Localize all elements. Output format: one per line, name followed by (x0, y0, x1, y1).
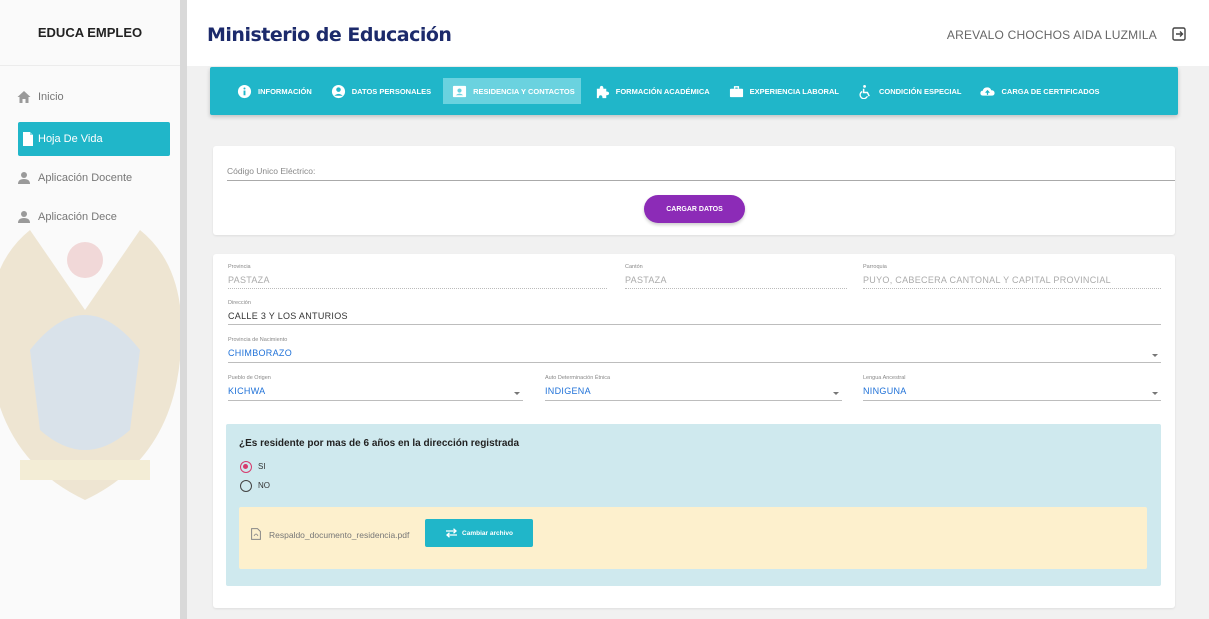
tab-label: EXPERIENCIA LABORAL (749, 86, 839, 96)
pueblo-select[interactable]: KICHWA (228, 386, 265, 396)
section-tabs: INFORMACIÓN DATOS PERSONALES RESIDENCIA … (210, 67, 1178, 115)
sidebar-nav: Inicio Hoja De Vida Aplicación Docente A… (0, 80, 180, 239)
cambiar-archivo-label: Cambiar archivo (462, 529, 513, 537)
sidebar-divider (180, 0, 187, 619)
codigo-card: Código Unico Eléctrico: CARGAR DATOS (213, 146, 1175, 235)
top-header: Ministerio de Educación AREVALO CHOCHOS … (187, 0, 1209, 66)
tab-label: CARGA DE CERTIFICADOS (1001, 86, 1100, 96)
accessibility-icon (859, 84, 870, 99)
provincia-value[interactable]: PASTAZA (228, 275, 270, 285)
file-attachment-box: Respaldo_documento_residencia.pdf Cambia… (239, 507, 1147, 569)
tab-label: DATOS PERSONALES (351, 86, 432, 96)
document-icon (23, 132, 33, 146)
direccion-value[interactable]: CALLE 3 Y LOS ANTURIOS (228, 311, 348, 321)
parroquia-underline (863, 288, 1161, 289)
user-icon (18, 172, 30, 184)
cargar-datos-button[interactable]: CARGAR DATOS (644, 195, 745, 223)
canton-underline (625, 288, 847, 289)
account-circle-icon (331, 84, 345, 98)
briefcase-icon (729, 85, 743, 97)
tab-label: CONDICIÓN ESPECIAL (878, 86, 962, 96)
puzzle-icon (596, 85, 609, 98)
tab-label: INFORMACIÓN (258, 86, 312, 96)
sidebar-item-label: Inicio (38, 91, 64, 103)
pueblo-label: Pueblo de Origen (228, 375, 271, 381)
user-name: AREVALO CHOCHOS AIDA LUZMILA (946, 28, 1157, 42)
direccion-underline (228, 324, 1161, 325)
codigo-input[interactable] (227, 180, 1175, 181)
canton-value[interactable]: PASTAZA (625, 275, 667, 285)
pdf-file-icon (251, 528, 261, 540)
sidebar-item-label: Aplicación Dece (38, 211, 117, 223)
main-content: INFORMACIÓN DATOS PERSONALES RESIDENCIA … (187, 66, 1209, 619)
tab-datos-personales[interactable]: DATOS PERSONALES (328, 78, 436, 104)
chevron-down-icon (1152, 354, 1158, 357)
residencia-card: Provincia PASTAZA Cantón PASTAZA Parroqu… (213, 254, 1175, 608)
tab-label: RESIDENCIA Y CONTACTOS (473, 86, 575, 96)
autodeterminacion-underline (545, 400, 842, 401)
provincia-nacimiento-select[interactable]: CHIMBORAZO (228, 348, 292, 358)
tab-condicion-especial[interactable]: CONDICIÓN ESPECIAL (855, 78, 967, 104)
lengua-label: Lengua Ancestral (863, 375, 906, 381)
provincia-underline (228, 288, 607, 289)
info-icon (237, 84, 252, 98)
parroquia-value[interactable]: PUYO, CABECERA CANTONAL Y CAPITAL PROVIN… (863, 275, 1111, 285)
home-icon (17, 91, 31, 103)
logout-icon[interactable] (1171, 26, 1187, 42)
cambiar-archivo-button[interactable]: Cambiar archivo (425, 519, 533, 547)
residente-question: ¿Es residente por mas de 6 años en la di… (239, 438, 520, 449)
parroquia-label: Parroquia (863, 264, 887, 270)
brand-title: EDUCA EMPLEO (0, 0, 180, 66)
radio-si-label: SI (258, 462, 266, 471)
chevron-down-icon (1152, 392, 1158, 395)
sidebar: EDUCA EMPLEO Inicio Hoja De Vida Aplicac… (0, 0, 180, 619)
contact-card-icon (453, 85, 467, 97)
autodeterminacion-label: Auto Determinación Étnica (545, 375, 611, 381)
tab-label: FORMACIÓN ACADÉMICA (615, 86, 710, 96)
radio-si[interactable] (240, 461, 252, 473)
radio-no-label: NO (258, 481, 270, 490)
file-name[interactable]: Respaldo_documento_residencia.pdf (269, 530, 409, 540)
direccion-label: Dirección (228, 300, 251, 306)
tab-formacion-academica[interactable]: FORMACIÓN ACADÉMICA (592, 78, 715, 104)
provincia-nacimiento-underline (228, 362, 1161, 363)
chevron-down-icon (514, 392, 520, 395)
sidebar-item-label: Aplicación Docente (38, 172, 133, 184)
sidebar-item-hoja-de-vida[interactable]: Hoja De Vida (18, 122, 170, 156)
radio-no[interactable] (240, 480, 252, 492)
swap-icon (446, 528, 458, 538)
lengua-select[interactable]: NINGUNA (863, 386, 907, 396)
lengua-underline (863, 400, 1161, 401)
sidebar-item-aplicacion-docente[interactable]: Aplicación Docente (0, 161, 180, 195)
provincia-nacimiento-label: Provincia de Nacimiento (228, 337, 288, 343)
provincia-label: Provincia (228, 264, 251, 270)
page-title: Ministerio de Educación (207, 24, 452, 46)
tab-experiencia-laboral[interactable]: EXPERIENCIA LABORAL (726, 78, 844, 104)
sidebar-item-label: Hoja De Vida (38, 133, 103, 145)
codigo-label: Código Unico Eléctrico: (227, 166, 316, 176)
sidebar-item-aplicacion-dece[interactable]: Aplicación Dece (0, 200, 180, 234)
user-icon (18, 211, 30, 223)
sidebar-item-inicio[interactable]: Inicio (0, 80, 180, 114)
residente-section: ¿Es residente por mas de 6 años en la di… (226, 424, 1161, 586)
pueblo-underline (228, 400, 523, 401)
tab-informacion[interactable]: INFORMACIÓN (234, 78, 317, 104)
tab-residencia-y-contactos[interactable]: RESIDENCIA Y CONTACTOS (443, 78, 581, 104)
chevron-down-icon (833, 392, 839, 395)
cloud-upload-icon (980, 86, 996, 96)
tab-carga-de-certificados[interactable]: CARGA DE CERTIFICADOS (977, 78, 1104, 104)
autodeterminacion-select[interactable]: INDIGENA (545, 386, 591, 396)
canton-label: Cantón (625, 264, 643, 270)
